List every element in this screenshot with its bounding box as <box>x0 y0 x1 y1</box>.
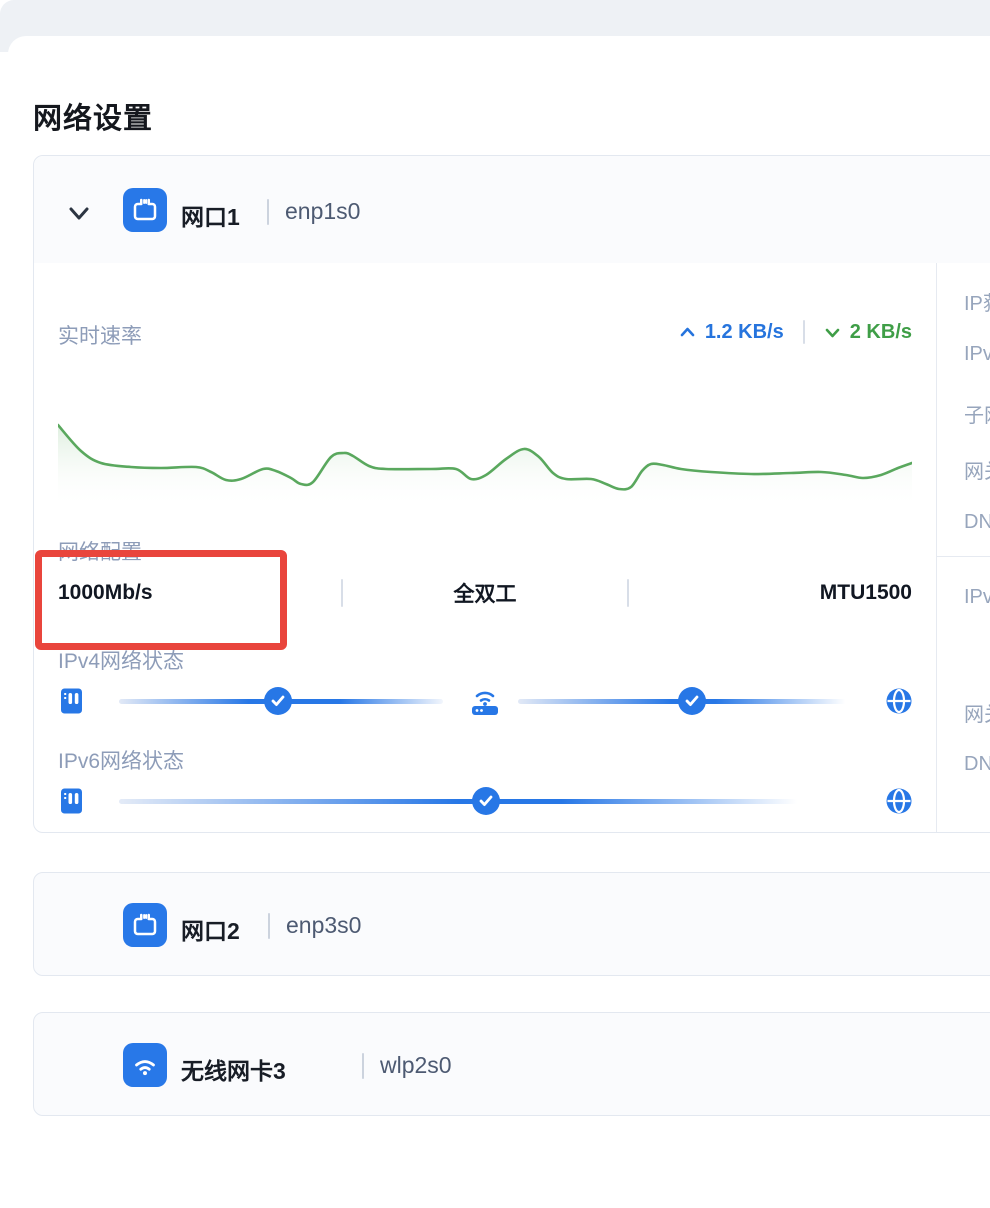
ipv4-status-label: IPv4网络状态 <box>58 645 184 675</box>
duplex-value: 全双工 <box>343 578 626 608</box>
interface-id: enp3s0 <box>286 912 361 939</box>
realtime-speed-chart <box>58 416 912 508</box>
network-card-port2[interactable]: 网口2 enp3s0 <box>33 872 990 976</box>
nas-device-icon <box>58 687 85 715</box>
ethernet-port-icon <box>123 903 167 947</box>
check-circle-icon <box>472 787 500 815</box>
download-arrow-icon <box>824 325 841 340</box>
network-config-label: 网络配置 <box>58 536 142 566</box>
name-divider <box>267 199 269 225</box>
check-circle-icon <box>678 687 706 715</box>
nas-device-icon <box>58 787 85 815</box>
speed-indicators: 1.2 KB/s 2 KB/s <box>534 320 912 344</box>
interface-id: enp1s0 <box>285 198 360 225</box>
link-speed-value: 1000Mb/s <box>58 581 341 605</box>
details-section-divider <box>937 556 990 557</box>
detail-label-ipv4-addr: IPv <box>964 343 990 366</box>
network-card-wifi3[interactable]: 无线网卡3 wlp2s0 <box>33 1012 990 1116</box>
details-panel-divider <box>936 263 937 832</box>
realtime-speed-label: 实时速率 <box>58 320 142 350</box>
network-card-port1: 网口1 enp1s0 实时速率 1.2 KB/s 2 KB/s <box>33 155 990 833</box>
detail-label-ipv6-addr: IPv <box>964 586 990 609</box>
detail-label-dns6: DN <box>964 753 990 776</box>
upload-arrow-icon <box>679 325 696 340</box>
globe-icon <box>885 687 913 715</box>
interface-name: 网口1 <box>181 198 240 232</box>
ethernet-port-icon <box>123 188 167 232</box>
network-settings-page: 网络设置 网口1 enp1s0 实时速率 1.2 KB/s 2 KB <box>0 0 990 1208</box>
wifi-icon <box>123 1043 167 1087</box>
router-icon <box>467 684 503 716</box>
detail-label-gateway: 网关 <box>964 455 990 484</box>
name-divider <box>362 1053 364 1079</box>
page-title: 网络设置 <box>33 95 153 137</box>
name-divider <box>268 913 270 939</box>
detail-label-dns: DN <box>964 511 990 534</box>
detail-label-ip-mode: IP获 <box>964 287 990 316</box>
card-header-port1[interactable] <box>34 156 990 263</box>
interface-name: 网口2 <box>181 912 240 946</box>
chevron-down-icon[interactable] <box>67 205 91 223</box>
interface-id: wlp2s0 <box>380 1052 452 1079</box>
detail-label-subnet: 子网 <box>964 399 990 428</box>
network-config-row: 1000Mb/s 全双工 MTU1500 <box>58 576 912 610</box>
download-speed-value: 2 KB/s <box>850 321 912 344</box>
upload-speed-value: 1.2 KB/s <box>705 321 784 344</box>
detail-label-gateway6: 网关 <box>964 698 990 727</box>
ipv6-status-label: IPv6网络状态 <box>58 745 184 775</box>
globe-icon <box>885 787 913 815</box>
mtu-value: MTU1500 <box>629 581 912 605</box>
interface-name: 无线网卡3 <box>181 1052 286 1086</box>
check-circle-icon <box>264 687 292 715</box>
speed-divider <box>803 320 805 344</box>
